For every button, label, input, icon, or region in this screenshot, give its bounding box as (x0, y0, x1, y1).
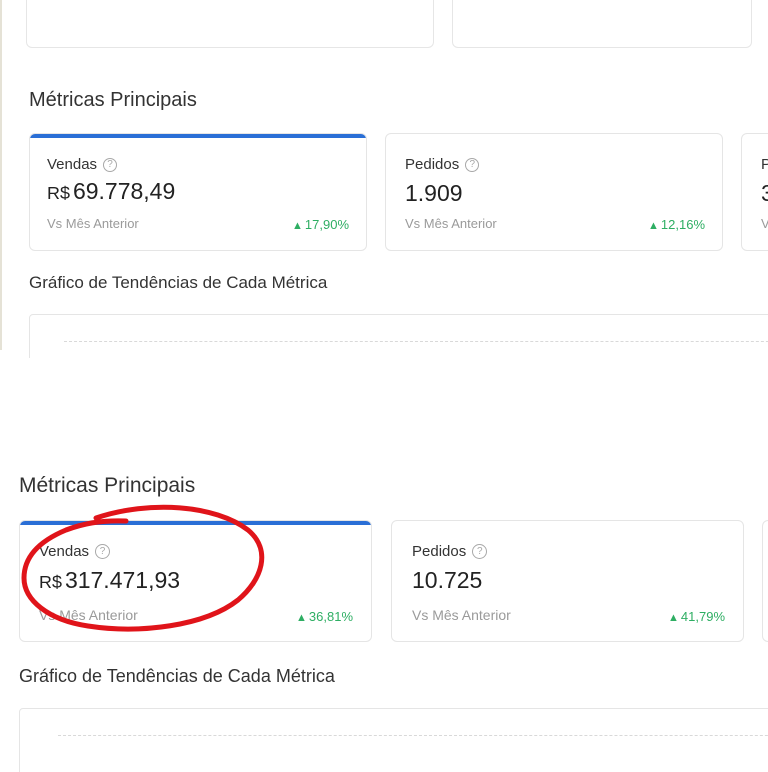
section-title: Métricas Principais (29, 89, 197, 111)
metric-label: Vendas ? (39, 543, 111, 560)
change-value: 17,90% (304, 217, 349, 232)
up-triangle-icon: ▲ (667, 612, 679, 624)
metric-card-third[interactable]: P 3 V (741, 133, 768, 251)
currency-symbol: R$ (47, 183, 70, 203)
up-triangle-icon: ▲ (647, 220, 659, 232)
change-indicator: ▲ 41,79% (668, 609, 725, 624)
chart-gridline (58, 735, 768, 736)
up-triangle-icon: ▲ (295, 612, 307, 624)
trend-chart-area[interactable] (19, 708, 768, 772)
comparison-label: V (761, 216, 768, 231)
metric-label-text: Vendas (39, 543, 90, 560)
metric-value: 10.725 (412, 567, 483, 593)
comparison-label: Vs Mês Anterior (39, 607, 138, 623)
comparison-label: Vs Mês Anterior (405, 216, 497, 231)
metric-label: Vendas ? (47, 156, 118, 173)
metric-card-pedidos[interactable]: Pedidos ? 1.909 Vs Mês Anterior ▲ 12,16% (385, 133, 723, 251)
metric-card-vendas[interactable]: Vendas ? R$ 69.778,49 Vs Mês Anterior ▲ 17… (29, 133, 367, 251)
question-circle-icon[interactable]: ? (103, 157, 118, 172)
metric-value-number: 69.778,49 (72, 178, 176, 204)
top-screenshot-panel: Métricas Principais Vendas ? R$ 69.778,49… (0, 0, 768, 358)
change-indicator: ▲ 36,81% (296, 609, 353, 624)
chart-gridline (64, 341, 768, 342)
metric-value: R$ 317.471,93 (39, 567, 180, 594)
metric-label: Pedidos ? (412, 543, 488, 560)
currency-symbol: R$ (39, 572, 62, 592)
change-value: 36,81% (308, 609, 353, 624)
partial-card-left (26, 0, 434, 48)
metric-value-number: 317.471,93 (64, 567, 181, 593)
trend-chart-area[interactable] (29, 314, 768, 358)
metric-value: 3 (761, 180, 768, 207)
question-circle-icon[interactable]: ? (472, 544, 488, 559)
metric-label-text: Pedidos (405, 156, 460, 173)
question-circle-icon[interactable]: ? (465, 157, 480, 172)
question-circle-icon[interactable]: ? (95, 544, 111, 559)
comparison-label: Vs Mês Anterior (47, 216, 139, 231)
change-value: 12,16% (660, 217, 705, 232)
metric-label: Pedidos ? (405, 156, 480, 173)
metric-label: P (761, 156, 768, 173)
partial-card-right (452, 0, 752, 48)
metric-label-text: Pedidos (412, 543, 467, 560)
bottom-screenshot-panel: Métricas Principais Vendas ? R$ 317.471,9… (0, 452, 768, 772)
panel-edge-divider (0, 0, 2, 350)
section-title: Métricas Principais (19, 474, 196, 497)
chart-title: Gráfico de Tendências de Cada Métrica (29, 273, 328, 292)
up-triangle-icon: ▲ (291, 220, 303, 232)
change-value: 41,79% (680, 609, 725, 624)
metric-card-vendas[interactable]: Vendas ? R$ 317.471,93 Vs Mês Anterior ▲ 3… (19, 520, 372, 642)
comparison-label: Vs Mês Anterior (412, 607, 511, 623)
metric-value: 1.909 (405, 180, 463, 206)
change-indicator: ▲ 17,90% (292, 217, 349, 232)
chart-title: Gráfico de Tendências de Cada Métrica (19, 666, 335, 686)
metric-value: R$ 69.778,49 (47, 178, 175, 205)
metric-card-pedidos[interactable]: Pedidos ? 10.725 Vs Mês Anterior ▲ 41,79% (391, 520, 744, 642)
metric-card-third[interactable] (762, 520, 768, 642)
metric-label-text: Vendas (47, 156, 98, 173)
change-indicator: ▲ 12,16% (648, 217, 705, 232)
